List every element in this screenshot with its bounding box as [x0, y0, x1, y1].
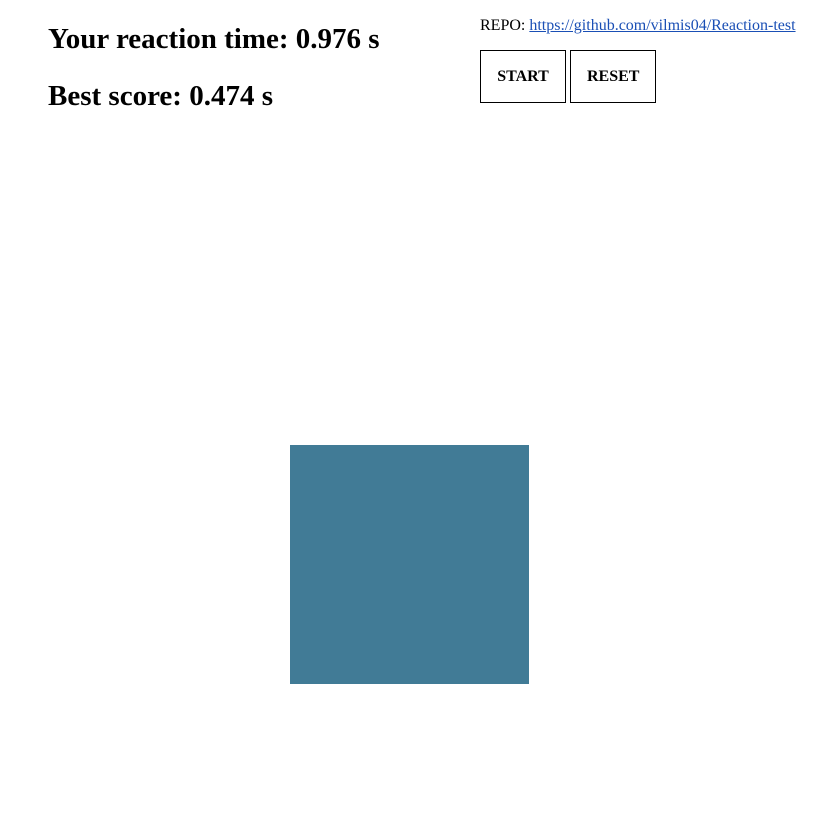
- start-button[interactable]: START: [480, 50, 566, 103]
- best-score-value: 0.474 s: [189, 80, 273, 112]
- repo-info: REPO: https://github.com/vilmis04/Reacti…: [480, 16, 796, 36]
- repo-label: REPO:: [480, 17, 530, 34]
- reaction-time-value: 0.976 s: [295, 23, 380, 55]
- score-panel: Your reaction time: 0.976 s Best score: …: [48, 22, 380, 113]
- reaction-time-text: Your reaction time: 0.976 s: [48, 22, 380, 56]
- reset-button[interactable]: RESET: [570, 50, 656, 103]
- best-score-label: Best score:: [48, 80, 190, 112]
- best-score-text: Best score: 0.474 s: [48, 79, 380, 113]
- reaction-time-label: Your reaction time:: [48, 23, 296, 55]
- repo-link[interactable]: https://github.com/vilmis04/Reaction-tes…: [529, 17, 795, 34]
- reaction-target-square[interactable]: [290, 445, 529, 684]
- control-buttons: START RESET: [480, 50, 656, 103]
